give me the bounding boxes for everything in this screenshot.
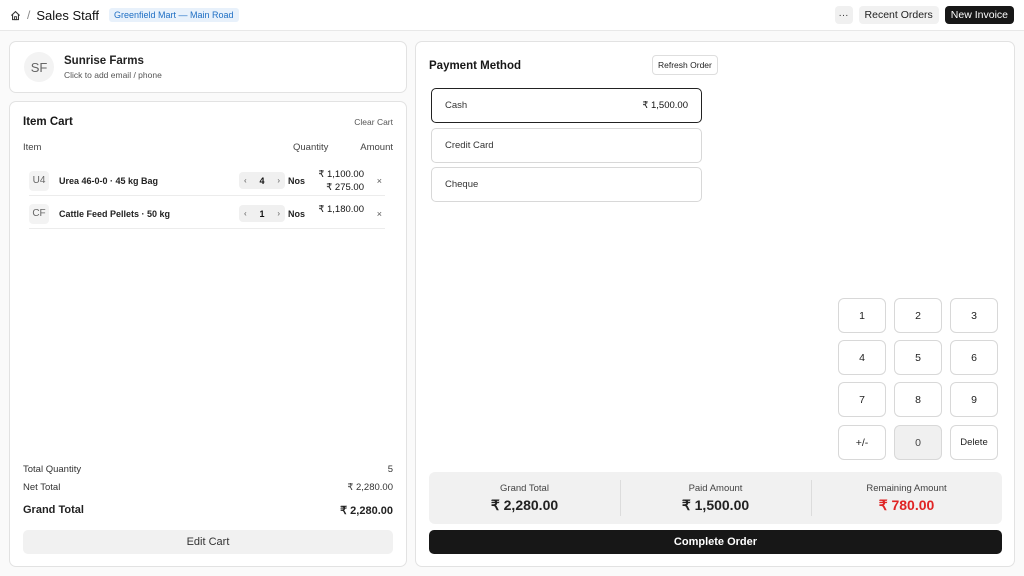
- item-name: Urea 46-0-0 · 45 kg Bag: [59, 175, 159, 186]
- increment-button[interactable]: ›: [277, 209, 280, 218]
- keypad-5[interactable]: 5: [894, 340, 942, 375]
- payment-panel: Payment Method Refresh Order Cash ₹ 1,50…: [415, 41, 1015, 567]
- method-name: Cash: [445, 100, 468, 111]
- keypad-plus-minus[interactable]: +/-: [838, 425, 886, 460]
- keypad-6[interactable]: 6: [950, 340, 998, 375]
- item-avatar: U4: [29, 170, 49, 191]
- item-uom: Nos: [288, 175, 306, 186]
- cart-row[interactable]: U4 Urea 46-0-0 · 45 kg Bag ‹ 4 › Nos ₹ 1…: [29, 166, 385, 196]
- item-name: Cattle Feed Pellets · 50 kg: [59, 208, 171, 219]
- keypad-7[interactable]: 7: [838, 382, 886, 417]
- payment-summary: Grand Total ₹ 2,280.00 Paid Amount ₹ 1,5…: [429, 472, 1002, 524]
- keypad-4[interactable]: 4: [838, 340, 886, 375]
- keypad-2[interactable]: 2: [894, 298, 942, 333]
- complete-order-button[interactable]: Complete Order: [429, 530, 1002, 554]
- column-header-amount: Amount: [360, 142, 393, 153]
- breadcrumb-separator: /: [27, 8, 31, 22]
- recent-orders-button[interactable]: Recent Orders: [858, 6, 939, 24]
- grand-total-row: Grand Total ₹ 2,280.00: [23, 504, 393, 517]
- method-name: Cheque: [445, 179, 479, 190]
- payment-method-cheque[interactable]: Cheque: [431, 167, 702, 202]
- summary-paid-value: ₹ 1,500.00: [681, 496, 750, 513]
- cart-title: Item Cart: [23, 116, 73, 128]
- keypad-3[interactable]: 3: [950, 298, 998, 333]
- customer-name: Sunrise Farms: [64, 54, 144, 67]
- remove-item-button[interactable]: ×: [377, 209, 382, 219]
- quantity-value[interactable]: 4: [259, 176, 264, 186]
- net-total-label: Net Total: [23, 482, 61, 493]
- grand-total-value: ₹ 2,280.00: [340, 505, 393, 517]
- net-total-row: Net Total ₹ 2,280.00: [23, 482, 393, 493]
- decrement-button[interactable]: ‹: [244, 209, 247, 218]
- customer-avatar: SF: [24, 52, 54, 82]
- total-quantity-value: 5: [387, 464, 393, 475]
- customer-card[interactable]: SF Sunrise Farms Click to add email / ph…: [9, 41, 407, 93]
- column-header-item: Item: [23, 142, 42, 153]
- method-amount: ₹ 1,500.00: [642, 100, 688, 111]
- customer-contact-hint[interactable]: Click to add email / phone: [64, 70, 162, 80]
- item-rate: ₹ 275.00: [326, 181, 364, 193]
- keypad-9[interactable]: 9: [950, 382, 998, 417]
- keypad-1[interactable]: 1: [838, 298, 886, 333]
- top-bar: / Sales Staff Greenfield Mart — Main Roa…: [0, 0, 1024, 31]
- quantity-stepper: ‹ 1 ›: [239, 205, 285, 222]
- increment-button[interactable]: ›: [277, 176, 280, 185]
- payment-method-credit-card[interactable]: Credit Card: [431, 128, 702, 163]
- summary-paid-amount: Paid Amount ₹ 1,500.00: [620, 472, 811, 524]
- remove-item-button[interactable]: ×: [377, 176, 382, 186]
- summary-grand-total-value: ₹ 2,280.00: [490, 496, 559, 513]
- method-name: Credit Card: [445, 140, 494, 151]
- refresh-order-button[interactable]: Refresh Order: [652, 55, 718, 75]
- decrement-button[interactable]: ‹: [244, 176, 247, 185]
- summary-paid-label: Paid Amount: [688, 482, 743, 494]
- keypad-8[interactable]: 8: [894, 382, 942, 417]
- payment-method-title: Payment Method: [429, 60, 522, 72]
- cart-row[interactable]: CF Cattle Feed Pellets · 50 kg ‹ 1 › Nos…: [29, 199, 385, 229]
- payment-method-cash[interactable]: Cash ₹ 1,500.00: [431, 88, 702, 123]
- new-invoice-button[interactable]: New Invoice: [944, 6, 1014, 24]
- summary-remaining-amount: Remaining Amount ₹ 780.00: [811, 472, 1002, 524]
- more-options-button[interactable]: ···: [834, 6, 853, 24]
- item-avatar: CF: [29, 203, 49, 224]
- clear-cart-button[interactable]: Clear Cart: [354, 117, 393, 127]
- summary-remaining-value: ₹ 780.00: [878, 496, 935, 513]
- summary-remaining-label: Remaining Amount: [866, 482, 947, 494]
- item-uom: Nos: [288, 208, 306, 219]
- total-quantity-row: Total Quantity 5: [23, 464, 393, 475]
- item-amount: ₹ 1,180.00: [318, 203, 364, 215]
- column-header-quantity: Quantity: [293, 142, 329, 153]
- store-badge[interactable]: Greenfield Mart — Main Road: [108, 8, 239, 22]
- quantity-value[interactable]: 1: [259, 209, 264, 219]
- home-icon[interactable]: [10, 10, 21, 21]
- total-quantity-label: Total Quantity: [23, 464, 82, 475]
- grand-total-label: Grand Total: [23, 504, 84, 516]
- page-title: Sales Staff: [36, 7, 99, 23]
- keypad-delete[interactable]: Delete: [950, 425, 998, 460]
- net-total-value: ₹ 2,280.00: [347, 482, 393, 493]
- quantity-stepper: ‹ 4 ›: [239, 172, 285, 189]
- summary-grand-total: Grand Total ₹ 2,280.00: [429, 472, 620, 524]
- keypad-0[interactable]: 0: [894, 425, 942, 460]
- item-amount: ₹ 1,100.00: [318, 168, 364, 180]
- item-cart-panel: Item Cart Clear Cart Item Quantity Amoun…: [9, 101, 407, 567]
- summary-grand-total-label: Grand Total: [500, 482, 549, 494]
- edit-cart-button[interactable]: Edit Cart: [23, 530, 393, 554]
